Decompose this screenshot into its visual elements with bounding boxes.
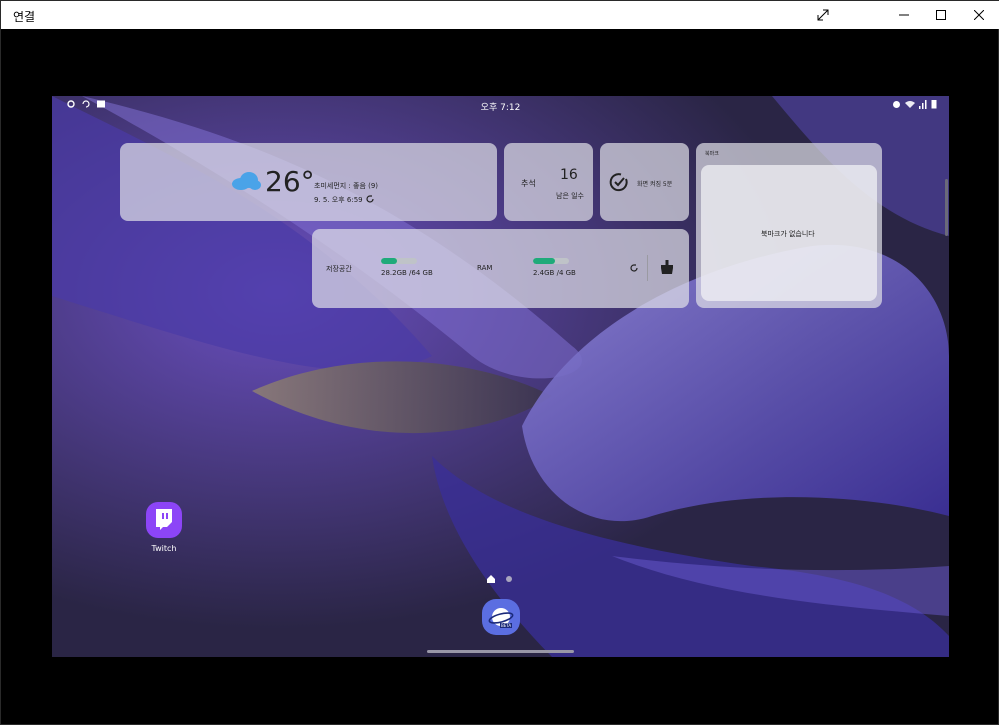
storage-value: 28.2GB /64 GB bbox=[381, 269, 433, 277]
battery-icon bbox=[931, 99, 937, 112]
twitch-app-icon[interactable] bbox=[146, 502, 182, 538]
gesture-handle[interactable] bbox=[427, 650, 574, 653]
status-bar: 오후 7:12 bbox=[52, 96, 949, 114]
check-circle-icon bbox=[609, 173, 628, 192]
app-label-twitch: Twitch bbox=[151, 544, 177, 553]
clock: 오후 7:12 bbox=[480, 103, 521, 113]
maximize-icon bbox=[936, 10, 946, 20]
ram-label: RAM bbox=[477, 264, 493, 272]
ram-bar bbox=[533, 258, 569, 264]
refresh-icon[interactable] bbox=[365, 194, 375, 204]
screen-time-label: 화면 켜짐 5분 bbox=[637, 181, 673, 188]
screen-time-widget[interactable]: 화면 켜짐 5분 bbox=[600, 143, 689, 221]
countdown-widget[interactable]: 추석 16 남은 일수 bbox=[504, 143, 593, 221]
broom-icon[interactable] bbox=[660, 260, 674, 274]
storage-bar bbox=[381, 258, 417, 264]
storage-bar-fill bbox=[381, 258, 397, 264]
ram-bar-fill bbox=[533, 258, 555, 264]
bookmark-title: 북마크 bbox=[705, 151, 719, 157]
minimize-icon bbox=[899, 14, 909, 16]
countdown-label: 추석 bbox=[521, 179, 536, 188]
countdown-sublabel: 남은 일수 bbox=[556, 192, 584, 200]
countdown-days: 16 bbox=[560, 167, 578, 183]
window-title: 연결 bbox=[13, 10, 36, 24]
twitch-icon bbox=[156, 509, 172, 530]
air-quality: 초미세먼지 : 좋음 (9) bbox=[314, 182, 379, 190]
device-care-widget[interactable]: 저장공간 28.2GB /64 GB RAM 2.4GB /4 GB bbox=[312, 229, 689, 308]
beta-badge: BETA bbox=[500, 623, 513, 628]
close-icon bbox=[974, 10, 984, 20]
temperature: 26° bbox=[265, 165, 315, 198]
signal-icon bbox=[919, 99, 927, 112]
app-window: 연결 오후 7:12 26° 초미세먼지: 좋음 (9) 9. 5. 오후 6… bbox=[0, 0, 999, 725]
weather-widget[interactable]: 26° 초미세먼지 : 좋음 (9) 9. 5. 오후 6:59 bbox=[120, 143, 497, 221]
home-page-indicator-icon[interactable] bbox=[487, 575, 495, 583]
alarm-icon bbox=[892, 99, 901, 112]
page-dot[interactable] bbox=[506, 576, 512, 582]
weather-updated: 9. 5. 오후 6:59 bbox=[314, 196, 363, 204]
refresh-icon[interactable] bbox=[629, 263, 639, 273]
title-bar: 연결 bbox=[1, 1, 999, 29]
scrollbar[interactable] bbox=[945, 179, 948, 236]
close-button[interactable] bbox=[956, 1, 999, 29]
expand-icon bbox=[817, 9, 829, 21]
bookmark-panel: 북마크가 없습니다 bbox=[701, 165, 877, 301]
bookmark-widget[interactable]: 북마크 북마크가 없습니다 bbox=[696, 143, 882, 308]
cloud-icon bbox=[232, 172, 261, 190]
wifi-icon bbox=[905, 99, 915, 112]
bookmark-empty-text: 북마크가 없습니다 bbox=[761, 230, 815, 238]
storage-label: 저장공간 bbox=[326, 265, 352, 273]
expand-button[interactable] bbox=[800, 1, 846, 29]
divider bbox=[647, 255, 648, 281]
ram-value: 2.4GB /4 GB bbox=[533, 269, 576, 277]
phone-screen: 오후 7:12 26° 초미세먼지 : 좋음 (9) 9. 5. 오후 6:59… bbox=[52, 96, 949, 657]
internet-beta-app-icon[interactable]: BETA bbox=[482, 599, 520, 635]
